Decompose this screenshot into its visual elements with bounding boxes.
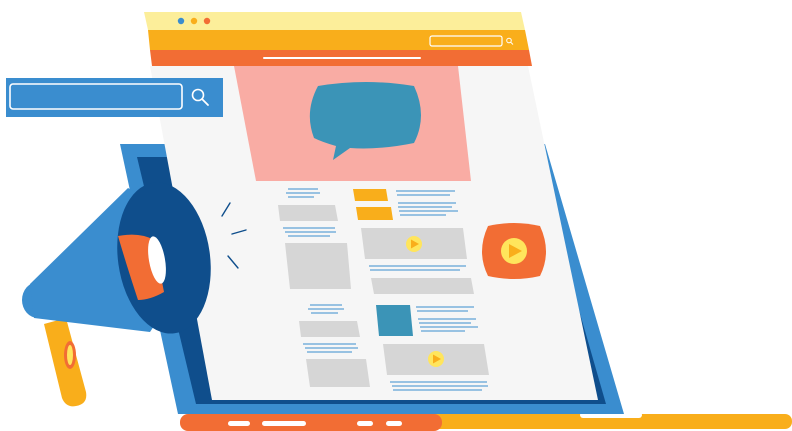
play-icon[interactable] <box>406 236 422 252</box>
laptop-base-slot-1 <box>228 421 250 426</box>
laptop-base-slot-2 <box>262 421 306 426</box>
tag-orange-2 <box>356 207 393 220</box>
tag-orange-1 <box>353 189 388 201</box>
content-block <box>278 205 338 221</box>
content-block <box>299 321 360 337</box>
laptop-base-slot-4 <box>386 421 402 426</box>
play-icon[interactable] <box>501 238 527 264</box>
window-dot-blue[interactable] <box>177 17 185 25</box>
window-dot-red[interactable] <box>203 17 211 25</box>
laptop-base <box>180 412 792 431</box>
window-dot-yellow[interactable] <box>190 17 198 25</box>
content-image <box>285 243 351 289</box>
laptop-base-orange <box>180 414 442 431</box>
browser-title-bar <box>144 12 525 30</box>
content-block <box>371 278 474 294</box>
video-play-badge[interactable] <box>482 223 546 279</box>
content-image <box>306 359 370 387</box>
content-image-blue <box>376 305 413 336</box>
floating-search-bar <box>6 78 223 117</box>
laptop-base-slot-3 <box>357 421 373 426</box>
website-promotion-illustration <box>6 12 792 431</box>
browser-window <box>144 12 598 400</box>
play-icon[interactable] <box>428 351 444 367</box>
illustration-stage <box>0 0 792 431</box>
browser-toolbar <box>148 30 529 50</box>
